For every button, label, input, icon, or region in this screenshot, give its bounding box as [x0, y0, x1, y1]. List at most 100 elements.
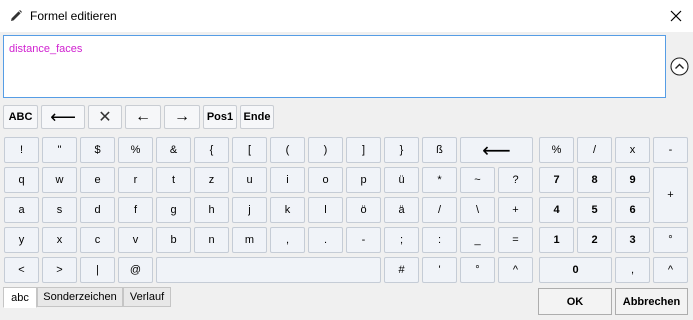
key[interactable]: k: [270, 197, 305, 223]
tab-sonderzeichen[interactable]: Sonderzeichen: [37, 287, 123, 307]
key[interactable]: x: [42, 227, 77, 253]
key[interactable]: c: [80, 227, 115, 253]
numpad-key[interactable]: 8: [577, 167, 612, 193]
abc-button[interactable]: ABC: [3, 105, 38, 129]
key[interactable]: m: [232, 227, 267, 253]
title-bar: Formel editieren: [0, 0, 693, 32]
key[interactable]: }: [384, 137, 419, 163]
key[interactable]: d: [80, 197, 115, 223]
cursor-right-button[interactable]: →: [164, 105, 200, 129]
key[interactable]: :: [422, 227, 457, 253]
key[interactable]: w: [42, 167, 77, 193]
numpad-key[interactable]: 5: [577, 197, 612, 223]
key[interactable]: @: [118, 257, 153, 283]
key[interactable]: ö: [346, 197, 381, 223]
numpad-key[interactable]: 6: [615, 197, 650, 223]
key[interactable]: v: [118, 227, 153, 253]
key[interactable]: /: [422, 197, 457, 223]
numpad-key[interactable]: 7: [539, 167, 574, 193]
key[interactable]: p: [346, 167, 381, 193]
key[interactable]: ~: [460, 167, 495, 193]
key[interactable]: f: [118, 197, 153, 223]
tab-abc[interactable]: abc: [3, 287, 37, 308]
key[interactable]: {: [194, 137, 229, 163]
key[interactable]: %: [118, 137, 153, 163]
numpad-plus-key[interactable]: +: [653, 167, 688, 223]
key[interactable]: |: [80, 257, 115, 283]
backspace-key[interactable]: ⟵: [460, 137, 533, 163]
key[interactable]: !: [4, 137, 39, 163]
key[interactable]: h: [194, 197, 229, 223]
key[interactable]: o: [308, 167, 343, 193]
key[interactable]: &: [156, 137, 191, 163]
key[interactable]: u: [232, 167, 267, 193]
key[interactable]: t: [156, 167, 191, 193]
key[interactable]: °: [460, 257, 495, 283]
end-button[interactable]: Ende: [240, 105, 274, 129]
close-icon: [670, 10, 682, 22]
pos1-button[interactable]: Pos1: [203, 105, 237, 129]
collapse-icon[interactable]: [670, 57, 689, 76]
key[interactable]: $: [80, 137, 115, 163]
numpad-key[interactable]: 1: [539, 227, 574, 253]
key[interactable]: +: [498, 197, 533, 223]
key[interactable]: i: [270, 167, 305, 193]
key[interactable]: l: [308, 197, 343, 223]
clear-button[interactable]: ✕: [88, 105, 122, 129]
key[interactable]: ?: [498, 167, 533, 193]
tab-verlauf[interactable]: Verlauf: [123, 287, 171, 307]
cursor-left-button[interactable]: ←: [125, 105, 161, 129]
numpad-key[interactable]: /: [577, 137, 612, 163]
key[interactable]: a: [4, 197, 39, 223]
key[interactable]: [: [232, 137, 267, 163]
numpad-key[interactable]: ,: [615, 257, 650, 283]
key[interactable]: g: [156, 197, 191, 223]
key[interactable]: ): [308, 137, 343, 163]
key[interactable]: ": [42, 137, 77, 163]
key[interactable]: s: [42, 197, 77, 223]
formula-text: distance_faces: [9, 43, 83, 55]
key[interactable]: >: [42, 257, 77, 283]
key[interactable]: b: [156, 227, 191, 253]
key[interactable]: z: [194, 167, 229, 193]
numpad-zero-key[interactable]: 0: [539, 257, 612, 283]
formula-input[interactable]: distance_faces: [3, 35, 666, 98]
key[interactable]: ß: [422, 137, 457, 163]
numpad-key[interactable]: 9: [615, 167, 650, 193]
key[interactable]: =: [498, 227, 533, 253]
space-key[interactable]: [156, 257, 381, 283]
key[interactable]: #: [384, 257, 419, 283]
key[interactable]: r: [118, 167, 153, 193]
key[interactable]: q: [4, 167, 39, 193]
numpad-key[interactable]: 4: [539, 197, 574, 223]
numpad-key[interactable]: 3: [615, 227, 650, 253]
numpad-key[interactable]: -: [653, 137, 688, 163]
key[interactable]: e: [80, 167, 115, 193]
key[interactable]: \: [460, 197, 495, 223]
cancel-button[interactable]: Abbrechen: [615, 288, 688, 315]
key[interactable]: (: [270, 137, 305, 163]
key[interactable]: _: [460, 227, 495, 253]
numpad-key[interactable]: x: [615, 137, 650, 163]
key[interactable]: .: [308, 227, 343, 253]
key[interactable]: ': [422, 257, 457, 283]
key[interactable]: y: [4, 227, 39, 253]
ok-button[interactable]: OK: [538, 288, 612, 315]
key[interactable]: -: [346, 227, 381, 253]
key[interactable]: *: [422, 167, 457, 193]
backspace-button[interactable]: ⟵: [41, 105, 85, 129]
key[interactable]: j: [232, 197, 267, 223]
numpad-key[interactable]: ^: [653, 257, 688, 283]
numpad-key[interactable]: °: [653, 227, 688, 253]
key[interactable]: ]: [346, 137, 381, 163]
key[interactable]: ü: [384, 167, 419, 193]
key[interactable]: ;: [384, 227, 419, 253]
numpad-key[interactable]: %: [539, 137, 574, 163]
key[interactable]: <: [4, 257, 39, 283]
numpad-key[interactable]: 2: [577, 227, 612, 253]
key[interactable]: n: [194, 227, 229, 253]
close-button[interactable]: [662, 4, 690, 28]
key[interactable]: ä: [384, 197, 419, 223]
key[interactable]: ^: [498, 257, 533, 283]
key[interactable]: ,: [270, 227, 305, 253]
